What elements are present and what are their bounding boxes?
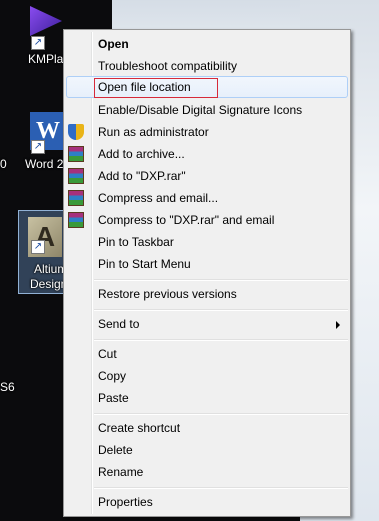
menu-item-digital-signature[interactable]: Enable/Disable Digital Signature Icons [66, 99, 348, 121]
menu-item-add-to-archive[interactable]: Add to archive... [66, 143, 348, 165]
menu-item-send-to[interactable]: Send to [66, 313, 348, 335]
menu-item-pin-start[interactable]: Pin to Start Menu [66, 253, 348, 275]
menu-item-paste[interactable]: Paste [66, 387, 348, 409]
menu-item-rename[interactable]: Rename [66, 461, 348, 483]
menu-item-run-as-admin[interactable]: Run as administrator [66, 121, 348, 143]
menu-item-properties[interactable]: Properties [66, 491, 348, 513]
menu-item-create-shortcut[interactable]: Create shortcut [66, 417, 348, 439]
submenu-arrow-icon [336, 321, 340, 329]
desktop-icon-label-altium-2: Design [30, 277, 68, 291]
menu-separator [94, 309, 348, 311]
shortcut-arrow-icon: ↗ [31, 36, 45, 50]
shortcut-arrow-icon: ↗ [31, 140, 45, 154]
desktop-side-text: S6 [0, 380, 15, 394]
menu-item-restore-versions[interactable]: Restore previous versions [66, 283, 348, 305]
desktop-icon-label-cut: 0 [0, 157, 7, 171]
kmplayer-icon[interactable] [30, 6, 62, 36]
menu-item-compress-rar-email[interactable]: Compress to "DXP.rar" and email [66, 209, 348, 231]
menu-separator [94, 339, 348, 341]
menu-item-add-to-rar[interactable]: Add to "DXP.rar" [66, 165, 348, 187]
menu-item-open-file-location[interactable]: Open file location [66, 76, 348, 98]
winrar-icon [68, 146, 84, 162]
menu-item-cut[interactable]: Cut [66, 343, 348, 365]
menu-item-pin-taskbar[interactable]: Pin to Taskbar [66, 231, 348, 253]
menu-item-copy[interactable]: Copy [66, 365, 348, 387]
menu-item-open[interactable]: Open [66, 33, 348, 55]
uac-shield-icon [68, 124, 84, 140]
shortcut-arrow-icon: ↗ [31, 240, 45, 254]
desktop-icon-label-word: Word 2 [25, 157, 64, 171]
menu-item-troubleshoot[interactable]: Troubleshoot compatibility [66, 55, 348, 77]
menu-separator [94, 413, 348, 415]
menu-separator [94, 487, 348, 489]
menu-item-compress-email[interactable]: Compress and email... [66, 187, 348, 209]
context-menu: Open Troubleshoot compatibility Open fil… [63, 29, 351, 517]
winrar-icon [68, 168, 84, 184]
menu-separator [94, 279, 348, 281]
menu-item-delete[interactable]: Delete [66, 439, 348, 461]
winrar-icon [68, 190, 84, 206]
winrar-icon [68, 212, 84, 228]
